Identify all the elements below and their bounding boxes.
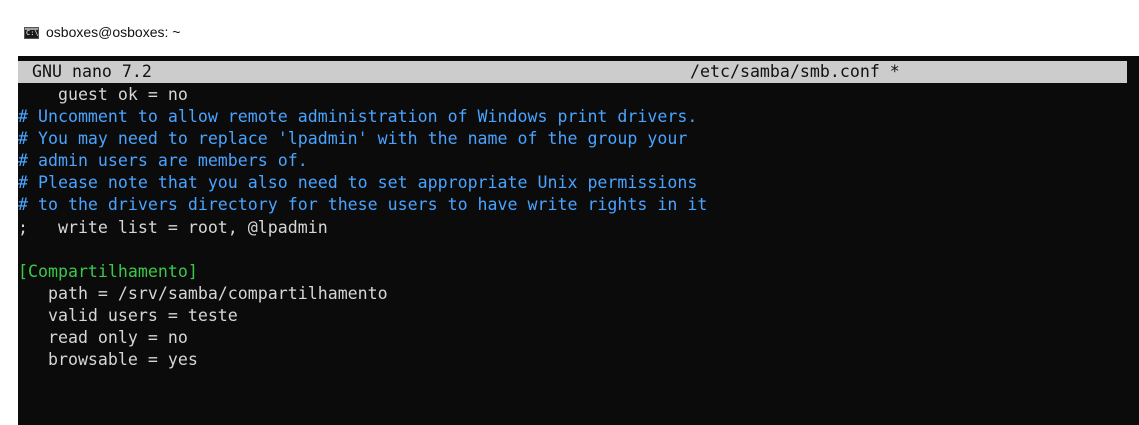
editor-buffer[interactable]: guest ok = no # Uncomment to allow remot… [18, 84, 1139, 371]
nano-version: GNU nano 7.2 [32, 62, 152, 81]
editor-line[interactable]: # to the drivers directory for these use… [18, 194, 1139, 216]
editor-line[interactable]: browsable = yes [18, 349, 1139, 371]
window-title: osboxes@osboxes: ~ [46, 24, 181, 40]
editor-line[interactable]: # admin users are members of. [18, 150, 1139, 172]
title-bar[interactable]: C:\. osboxes@osboxes: ~ [0, 0, 1139, 56]
nano-header-bar: GNU nano 7.2 /etc/samba/smb.conf * [18, 61, 1127, 83]
editor-line[interactable]: guest ok = no [18, 84, 1139, 106]
editor-line[interactable]: valid users = teste [18, 305, 1139, 327]
editor-line[interactable]: # Please note that you also need to set … [18, 172, 1139, 194]
editor-line[interactable]: ; write list = root, @lpadmin [18, 217, 1139, 239]
terminal-window: C:\. osboxes@osboxes: ~ GNU nano 7.2 /et… [0, 0, 1139, 425]
terminal-area[interactable]: GNU nano 7.2 /etc/samba/smb.conf * guest… [18, 56, 1139, 425]
cmd-icon: C:\. [24, 27, 39, 39]
editor-line[interactable]: path = /srv/samba/compartilhamento [18, 283, 1139, 305]
editor-line[interactable]: [Compartilhamento] [18, 261, 1139, 283]
editor-line[interactable] [18, 239, 1139, 261]
editor-line[interactable]: read only = no [18, 327, 1139, 349]
editor-line[interactable]: # You may need to replace 'lpadmin' with… [18, 128, 1139, 150]
editor-line[interactable]: # Uncomment to allow remote administrati… [18, 106, 1139, 128]
nano-filename: /etc/samba/smb.conf * [690, 62, 900, 81]
